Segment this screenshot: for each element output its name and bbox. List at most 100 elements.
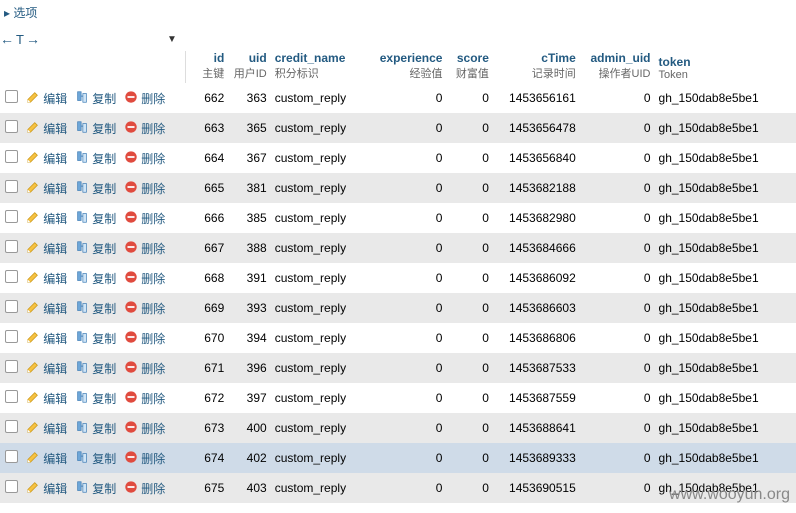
cell-ctime: 1453656161 <box>493 83 580 113</box>
delete-button[interactable]: 删除 <box>124 420 165 437</box>
caret-right-icon: ▸ <box>4 6 13 20</box>
t-toggle-icon[interactable]: T <box>16 32 24 47</box>
copy-button[interactable]: 复制 <box>75 450 116 467</box>
edit-button[interactable]: 编辑 <box>26 180 67 197</box>
arrow-right-icon[interactable]: → <box>26 31 40 47</box>
row-checkbox[interactable] <box>5 180 18 193</box>
copy-button[interactable]: 复制 <box>75 420 116 437</box>
col-id[interactable]: id主键 <box>186 51 228 83</box>
table-row[interactable]: 编辑 复制 删除 671 396 custom_reply 0 0 145368… <box>0 353 796 383</box>
delete-button[interactable]: 删除 <box>124 210 165 227</box>
col-credit[interactable]: credit_name积分标识 <box>271 51 368 83</box>
row-checkbox[interactable] <box>5 480 18 493</box>
row-checkbox[interactable] <box>5 390 18 403</box>
table-row[interactable]: 编辑 复制 删除 669 393 custom_reply 0 0 145368… <box>0 293 796 323</box>
col-score[interactable]: score财富值 <box>446 51 492 83</box>
delete-button[interactable]: 删除 <box>124 480 165 497</box>
delete-button[interactable]: 删除 <box>124 390 165 407</box>
table-row[interactable]: 编辑 复制 删除 673 400 custom_reply 0 0 145368… <box>0 413 796 443</box>
row-checkbox[interactable] <box>5 120 18 133</box>
edit-button[interactable]: 编辑 <box>26 480 67 497</box>
edit-button[interactable]: 编辑 <box>26 420 67 437</box>
delete-button[interactable]: 删除 <box>124 180 165 197</box>
cell-score: 0 <box>446 323 492 353</box>
edit-button[interactable]: 编辑 <box>26 270 67 287</box>
delete-icon <box>124 210 138 227</box>
edit-button[interactable]: 编辑 <box>26 300 67 317</box>
edit-button[interactable]: 编辑 <box>26 90 67 107</box>
pencil-icon <box>26 390 40 407</box>
cell-admin-uid: 0 <box>580 203 655 233</box>
col-uid[interactable]: uid用户ID <box>228 51 270 83</box>
row-checkbox[interactable] <box>5 210 18 223</box>
edit-button[interactable]: 编辑 <box>26 150 67 167</box>
copy-button[interactable]: 复制 <box>75 300 116 317</box>
edit-button[interactable]: 编辑 <box>26 240 67 257</box>
delete-button[interactable]: 删除 <box>124 450 165 467</box>
col-admin-uid[interactable]: admin_uid操作者UID <box>580 51 655 83</box>
col-ctime[interactable]: cTime记录时间 <box>493 51 580 83</box>
edit-button[interactable]: 编辑 <box>26 330 67 347</box>
edit-button[interactable]: 编辑 <box>26 450 67 467</box>
table-row[interactable]: 编辑 复制 删除 666 385 custom_reply 0 0 145368… <box>0 203 796 233</box>
cell-id: 666 <box>186 203 228 233</box>
copy-button[interactable]: 复制 <box>75 150 116 167</box>
copy-button[interactable]: 复制 <box>75 240 116 257</box>
cell-score: 0 <box>446 233 492 263</box>
col-token[interactable]: tokenToken <box>655 51 796 83</box>
cell-credit: custom_reply <box>271 473 368 503</box>
cell-id: 670 <box>186 323 228 353</box>
delete-button[interactable]: 删除 <box>124 300 165 317</box>
table-row[interactable]: 编辑 复制 删除 668 391 custom_reply 0 0 145368… <box>0 263 796 293</box>
row-checkbox[interactable] <box>5 450 18 463</box>
copy-button[interactable]: 复制 <box>75 480 116 497</box>
table-row[interactable]: 编辑 复制 删除 674 402 custom_reply 0 0 145368… <box>0 443 796 473</box>
delete-button[interactable]: 删除 <box>124 90 165 107</box>
table-row[interactable]: 编辑 复制 删除 662 363 custom_reply 0 0 145365… <box>0 83 796 113</box>
cell-experience: 0 <box>368 413 447 443</box>
row-checkbox[interactable] <box>5 270 18 283</box>
cell-experience: 0 <box>368 473 447 503</box>
edit-button[interactable]: 编辑 <box>26 120 67 137</box>
delete-button[interactable]: 删除 <box>124 270 165 287</box>
copy-button[interactable]: 复制 <box>75 270 116 287</box>
copy-button[interactable]: 复制 <box>75 90 116 107</box>
cell-admin-uid: 0 <box>580 293 655 323</box>
copy-button[interactable]: 复制 <box>75 210 116 227</box>
delete-icon <box>124 270 138 287</box>
sort-dropdown-icon[interactable]: ▼ <box>167 34 177 45</box>
arrow-left-icon[interactable]: ← <box>0 31 14 47</box>
copy-button[interactable]: 复制 <box>75 390 116 407</box>
table-row[interactable]: 编辑 复制 删除 663 365 custom_reply 0 0 145365… <box>0 113 796 143</box>
edit-button[interactable]: 编辑 <box>26 210 67 227</box>
options-link[interactable]: 选项 <box>13 6 37 20</box>
edit-button[interactable]: 编辑 <box>26 360 67 377</box>
row-checkbox[interactable] <box>5 330 18 343</box>
row-checkbox[interactable] <box>5 360 18 373</box>
row-checkbox[interactable] <box>5 420 18 433</box>
table-row[interactable]: 编辑 复制 删除 667 388 custom_reply 0 0 145368… <box>0 233 796 263</box>
copy-button[interactable]: 复制 <box>75 330 116 347</box>
table-row[interactable]: 编辑 复制 删除 664 367 custom_reply 0 0 145365… <box>0 143 796 173</box>
row-checkbox[interactable] <box>5 90 18 103</box>
delete-button[interactable]: 删除 <box>124 120 165 137</box>
cell-uid: 400 <box>228 413 270 443</box>
delete-button[interactable]: 删除 <box>124 240 165 257</box>
cell-score: 0 <box>446 383 492 413</box>
cell-id: 671 <box>186 353 228 383</box>
row-checkbox[interactable] <box>5 240 18 253</box>
edit-button[interactable]: 编辑 <box>26 390 67 407</box>
table-row[interactable]: 编辑 复制 删除 665 381 custom_reply 0 0 145368… <box>0 173 796 203</box>
delete-button[interactable]: 删除 <box>124 330 165 347</box>
row-checkbox[interactable] <box>5 300 18 313</box>
row-checkbox[interactable] <box>5 150 18 163</box>
copy-button[interactable]: 复制 <box>75 120 116 137</box>
table-row[interactable]: 编辑 复制 删除 672 397 custom_reply 0 0 145368… <box>0 383 796 413</box>
col-experience[interactable]: experience经验值 <box>368 51 447 83</box>
delete-button[interactable]: 删除 <box>124 360 165 377</box>
cell-token: gh_150dab8e5be1 <box>655 323 796 353</box>
table-row[interactable]: 编辑 复制 删除 670 394 custom_reply 0 0 145368… <box>0 323 796 353</box>
copy-button[interactable]: 复制 <box>75 360 116 377</box>
copy-button[interactable]: 复制 <box>75 180 116 197</box>
delete-button[interactable]: 删除 <box>124 150 165 167</box>
